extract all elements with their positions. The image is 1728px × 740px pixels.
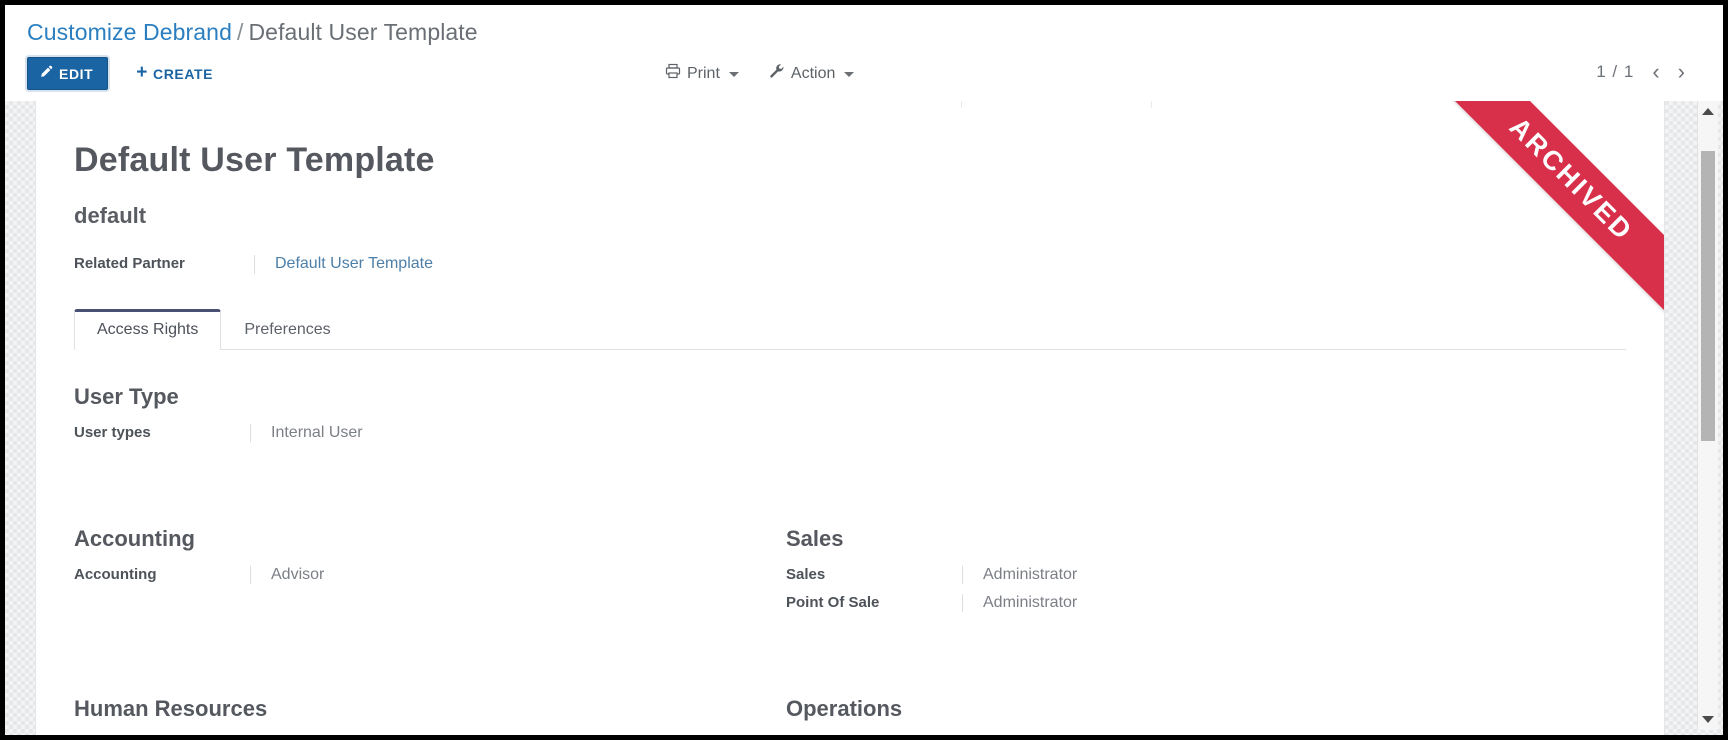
triangle-down-icon — [1702, 716, 1714, 723]
field-point-of-sale: Point Of Sale Administrator — [786, 594, 1498, 612]
pager-count: 1 / 1 — [1596, 62, 1635, 81]
related-partner-label: Related Partner — [74, 255, 185, 272]
group-operations-title: Operations — [786, 696, 903, 721]
scroll-down-button[interactable] — [1698, 709, 1718, 730]
tab-preferences-label: Preferences — [244, 321, 331, 338]
field-user-types-label: User types — [74, 424, 151, 441]
field-sales-label: Sales — [786, 566, 826, 583]
printer-icon — [665, 63, 681, 84]
wrench-icon — [769, 63, 785, 84]
tab-access-rights[interactable]: Access Rights — [74, 309, 222, 350]
field-point-of-sale-label: Point Of Sale — [786, 594, 880, 611]
group-row-2: Human Resources Employees Administrator … — [74, 662, 1626, 735]
page-title: Default User Template — [74, 141, 435, 179]
pager-next-button[interactable]: › — [1678, 61, 1685, 83]
app-window: Customize Debrand / Default User Template … — [0, 0, 1728, 740]
form-workspace: ARCHIVED Default User Template default R… — [5, 101, 1723, 735]
group-sales-title: Sales — [786, 526, 844, 551]
breadcrumb-current: Default User Template — [248, 19, 478, 45]
field-user-types-value: Internal User — [250, 424, 363, 442]
tab-preferences[interactable]: Preferences — [221, 309, 353, 350]
vertical-scrollbar[interactable] — [1697, 101, 1718, 730]
field-sales: Sales Administrator — [786, 566, 1498, 584]
print-label: Print — [687, 64, 720, 82]
group-row-1: Accounting Accounting Advisor Sales Sale… — [74, 492, 1626, 622]
triangle-up-icon — [1702, 108, 1714, 115]
scroll-up-button[interactable] — [1698, 101, 1718, 122]
group-operations: Operations Project Administrator — [786, 696, 1498, 735]
field-user-types: User types Internal User — [74, 424, 1626, 442]
related-partner-value[interactable]: Default User Template — [254, 255, 433, 274]
notebook-tabs: Access Rights Preferences — [74, 308, 1626, 350]
create-button[interactable]: + CREATE — [130, 57, 219, 90]
edit-button[interactable]: EDIT — [27, 57, 109, 90]
record-subtitle: default — [74, 203, 147, 228]
group-accounting-title: Accounting — [74, 526, 195, 551]
action-button-row: EDIT + CREATE — [27, 57, 219, 90]
sheet-content: Default User Template default Related Pa… — [36, 101, 1664, 735]
field-accounting-value: Advisor — [250, 566, 324, 584]
create-button-label: CREATE — [153, 65, 214, 82]
control-panel: Customize Debrand / Default User Template … — [5, 5, 1723, 101]
pencil-icon — [39, 65, 53, 82]
group-user-type-title: User Type — [74, 384, 179, 409]
chevron-down-icon — [728, 72, 739, 77]
action-dropdown[interactable]: Action — [769, 63, 855, 84]
breadcrumb: Customize Debrand / Default User Template — [27, 19, 478, 46]
breadcrumb-separator: / — [236, 19, 244, 45]
pager-previous-button[interactable]: ‹ — [1652, 61, 1659, 83]
plus-icon: + — [136, 62, 148, 83]
group-accounting: Accounting Accounting Advisor — [74, 526, 786, 622]
group-human-resources: Human Resources Employees Administrator — [74, 696, 786, 735]
print-dropdown[interactable]: Print — [665, 63, 739, 84]
pager: 1 / 1 ‹ › — [1596, 61, 1685, 83]
record-sheet: ARCHIVED Default User Template default R… — [35, 101, 1665, 735]
field-accounting: Accounting Advisor — [74, 566, 786, 584]
breadcrumb-parent-link[interactable]: Customize Debrand — [27, 19, 232, 45]
group-human-resources-title: Human Resources — [74, 696, 268, 721]
field-point-of-sale-value: Administrator — [962, 594, 1077, 612]
field-sales-value: Administrator — [962, 566, 1077, 584]
action-label: Action — [790, 64, 836, 82]
field-accounting-label: Accounting — [74, 566, 157, 583]
control-panel-menus: Print Action — [665, 63, 855, 84]
chevron-down-icon — [844, 72, 855, 77]
edit-button-label: EDIT — [59, 65, 94, 82]
group-sales: Sales Sales Administrator Point Of Sale … — [786, 526, 1498, 622]
scrollbar-thumb[interactable] — [1701, 151, 1715, 441]
group-user-type: User Type User types Internal User — [74, 384, 1626, 442]
tab-access-rights-label: Access Rights — [97, 321, 199, 338]
related-partner-field: Related Partner Default User Template — [74, 255, 1626, 274]
